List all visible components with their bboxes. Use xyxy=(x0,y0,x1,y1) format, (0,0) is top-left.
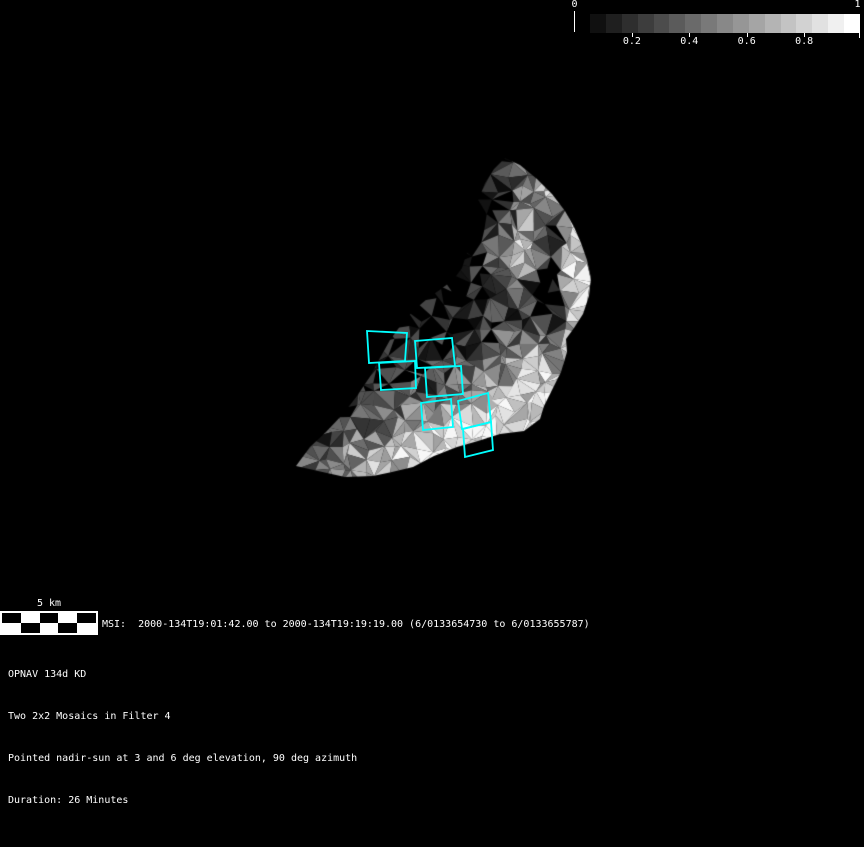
footprint-rect-4 xyxy=(424,365,464,398)
colorbar-step xyxy=(748,14,765,33)
colorbar-step xyxy=(669,14,686,33)
colorbar-max-label: 1 xyxy=(854,0,861,10)
colorbar-step xyxy=(621,14,638,33)
scale-bar-cell xyxy=(39,613,59,623)
scale-bar-cell xyxy=(20,613,40,623)
colorbar-step xyxy=(764,14,781,33)
colorbar-zero-tick-line xyxy=(574,11,575,32)
footprint-rect-3 xyxy=(414,337,456,369)
observation-info-block: OPNAV 134d KD Two 2x2 Mosaics in Filter … xyxy=(8,640,357,836)
scale-bar-cell xyxy=(39,623,59,633)
render-viewport: 0 1 0.2 0.4 0.6 0.8 5 km MSI: 2000-134T19:0… xyxy=(0,0,864,847)
colorbar-tick-label: 0.4 xyxy=(680,36,699,47)
colorbar-step xyxy=(685,14,702,33)
colorbar-step xyxy=(717,14,733,33)
scale-bar-cell xyxy=(77,623,96,633)
scale-bar-cell xyxy=(20,623,40,633)
scale-bar-cell xyxy=(2,613,21,623)
colorbar-step xyxy=(590,14,606,33)
colorbar-tick-label: 0.6 xyxy=(737,36,756,47)
scale-bar-label: 5 km xyxy=(36,598,62,609)
colorbar-step xyxy=(812,14,829,33)
colorbar-min-label: 0 xyxy=(571,0,578,10)
colorbar-step xyxy=(732,14,749,33)
colorbar-tick-label: 0.2 xyxy=(622,36,641,47)
colorbar-step xyxy=(637,14,654,33)
footprint-rect-2 xyxy=(378,360,417,391)
colorbar-end-tick xyxy=(859,33,860,38)
scale-bar-cell xyxy=(58,623,78,633)
colorbar-step xyxy=(653,14,670,33)
colorbar-gradient-bar xyxy=(590,14,860,33)
footprint-rect-5 xyxy=(420,397,454,431)
scale-bar-cell xyxy=(77,613,96,623)
colorbar-tick-label: 0.8 xyxy=(795,36,814,47)
footprint-rect-7 xyxy=(462,420,494,459)
scale-bar-checkerboard xyxy=(0,611,98,635)
colorbar-step xyxy=(844,14,860,33)
scale-bar-cell xyxy=(58,613,78,623)
scale-bar-cell xyxy=(2,623,21,633)
colorbar-step xyxy=(828,14,844,33)
colorbar-step xyxy=(701,14,717,33)
info-line-opnav: OPNAV 134d KD xyxy=(8,669,87,680)
colorbar-step xyxy=(780,14,797,33)
info-line-mosaics: Two 2x2 Mosaics in Filter 4 xyxy=(8,711,171,722)
msi-time-range-caption: MSI: 2000-134T19:01:42.00 to 2000-134T19… xyxy=(102,619,590,630)
colorbar-step xyxy=(796,14,813,33)
info-line-duration: Duration: 26 Minutes xyxy=(8,795,129,806)
info-line-pointing: Pointed nadir-sun at 3 and 6 deg elevati… xyxy=(8,753,358,764)
colorbar-step xyxy=(605,14,622,33)
footprint-rect-1 xyxy=(366,330,408,364)
